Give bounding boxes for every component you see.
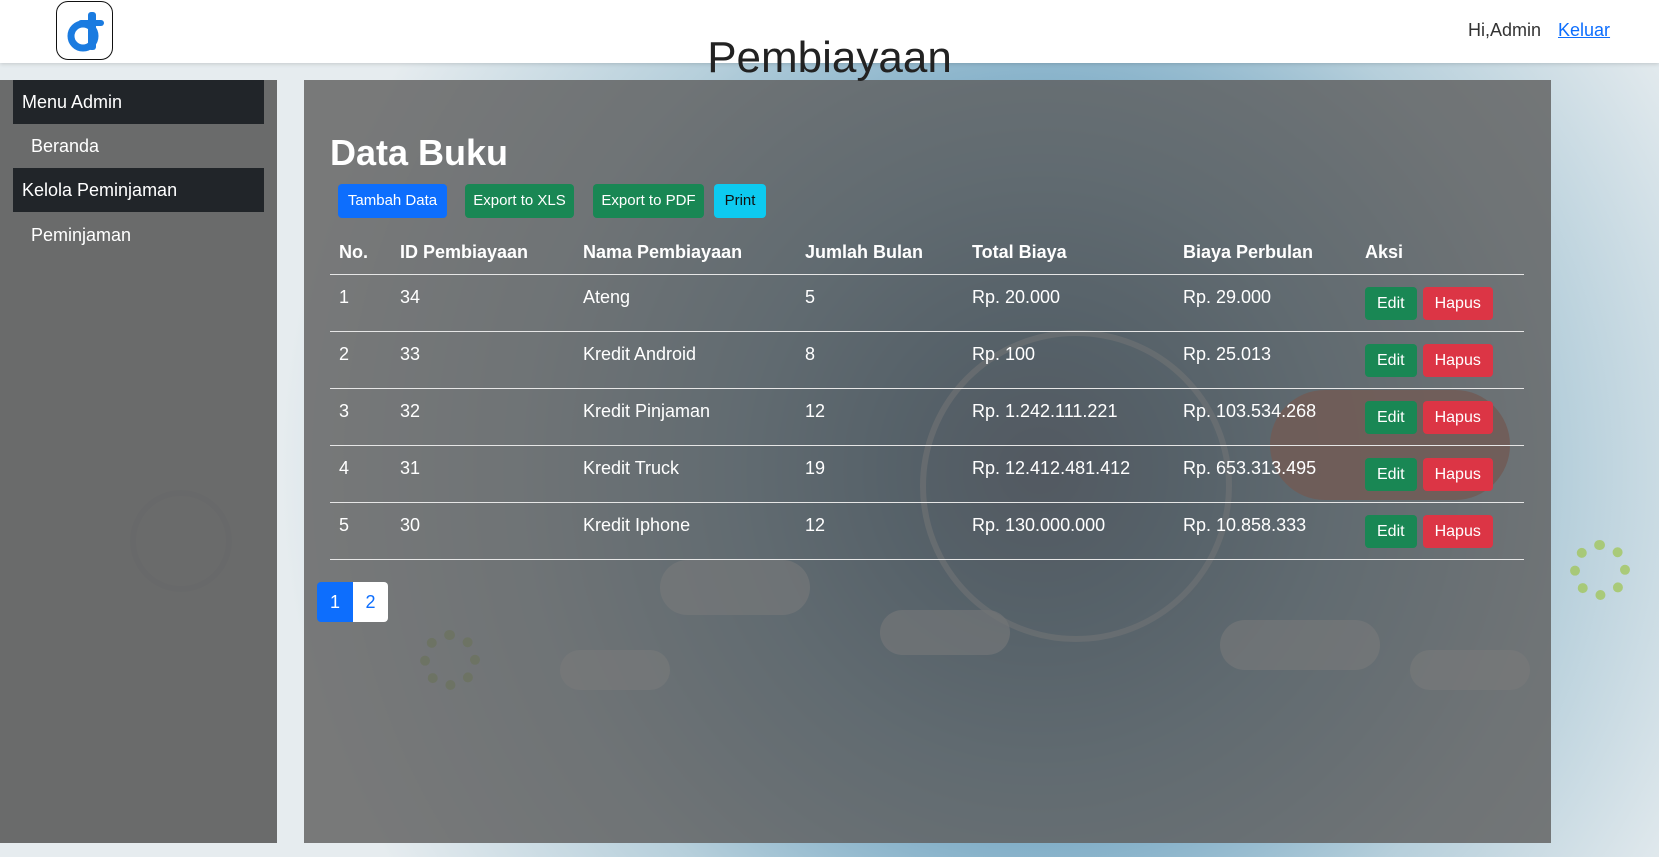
column-header-no: No. (330, 230, 391, 275)
cell-id: 34 (391, 274, 574, 332)
cell-no: 5 (330, 502, 391, 560)
table-header-row: No. ID Pembiayaan Nama Pembiayaan Jumlah… (330, 230, 1524, 275)
edit-button[interactable]: Edit (1365, 457, 1417, 491)
delete-button[interactable]: Hapus (1422, 286, 1493, 320)
cell-total: Rp. 20.000 (963, 274, 1174, 332)
table-row: 2 33 Kredit Android 8 Rp. 100 Rp. 25.013… (330, 331, 1524, 389)
export-pdf-button[interactable]: Export to PDF (593, 184, 704, 218)
cell-id: 32 (391, 388, 574, 446)
cell-no: 4 (330, 445, 391, 503)
column-header-total: Total Biaya (963, 230, 1174, 275)
cell-monthly: Rp. 103.534.268 (1174, 388, 1356, 446)
cell-monthly: Rp. 25.013 (1174, 331, 1356, 389)
main-panel: Data Buku Tambah Data Export to XLS Expo… (304, 80, 1551, 843)
cell-name: Kredit Pinjaman (574, 388, 796, 446)
cell-actions: Edit Hapus (1356, 331, 1524, 389)
section-title: Data Buku (330, 132, 509, 173)
cell-name: Kredit Truck (574, 445, 796, 503)
sidebar-section-menu-admin: Menu Admin (13, 80, 264, 124)
table-row: 4 31 Kredit Truck 19 Rp. 12.412.481.412 … (330, 445, 1524, 503)
cell-total: Rp. 12.412.481.412 (963, 445, 1174, 503)
sidebar: Menu Admin Beranda Kelola Peminjaman Pem… (0, 80, 277, 843)
page-link-2[interactable]: 2 (353, 582, 388, 622)
cell-no: 3 (330, 388, 391, 446)
sidebar-item-peminjaman[interactable]: Peminjaman (31, 225, 131, 246)
cell-months: 5 (796, 274, 963, 332)
cell-actions: Edit Hapus (1356, 445, 1524, 503)
cell-no: 1 (330, 274, 391, 332)
sidebar-section-kelola-peminjaman: Kelola Peminjaman (13, 168, 264, 212)
cell-months: 8 (796, 331, 963, 389)
export-xls-button[interactable]: Export to XLS (465, 184, 574, 218)
table-row: 5 30 Kredit Iphone 12 Rp. 130.000.000 Rp… (330, 502, 1524, 560)
column-header-monthly: Biaya Perbulan (1174, 230, 1356, 275)
print-button[interactable]: Print (714, 184, 766, 218)
delete-button[interactable]: Hapus (1422, 457, 1493, 491)
add-data-button[interactable]: Tambah Data (338, 184, 447, 218)
cell-id: 30 (391, 502, 574, 560)
cell-monthly: Rp. 10.858.333 (1174, 502, 1356, 560)
cell-actions: Edit Hapus (1356, 502, 1524, 560)
edit-button[interactable]: Edit (1365, 343, 1417, 377)
cell-name: Kredit Iphone (574, 502, 796, 560)
top-bar: Pembiayaan Hi,Admin Keluar (0, 0, 1659, 82)
cell-id: 33 (391, 331, 574, 389)
column-header-name: Nama Pembiayaan (574, 230, 796, 275)
page-title: Pembiayaan (707, 33, 952, 83)
logout-link[interactable]: Keluar (1558, 20, 1610, 41)
cell-id: 31 (391, 445, 574, 503)
delete-button[interactable]: Hapus (1422, 514, 1493, 548)
sidebar-item-beranda[interactable]: Beranda (31, 136, 99, 157)
cell-name: Kredit Android (574, 331, 796, 389)
cell-total: Rp. 100 (963, 331, 1174, 389)
table-row: 1 34 Ateng 5 Rp. 20.000 Rp. 29.000 Edit … (330, 274, 1524, 332)
cell-total: Rp. 1.242.111.221 (963, 388, 1174, 446)
cell-months: 12 (796, 388, 963, 446)
pagination: 1 2 (317, 582, 388, 622)
cell-total: Rp. 130.000.000 (963, 502, 1174, 560)
cell-monthly: Rp. 29.000 (1174, 274, 1356, 332)
edit-button[interactable]: Edit (1365, 286, 1417, 320)
table-row: 3 32 Kredit Pinjaman 12 Rp. 1.242.111.22… (330, 388, 1524, 446)
edit-button[interactable]: Edit (1365, 514, 1417, 548)
delete-button[interactable]: Hapus (1422, 400, 1493, 434)
edit-button[interactable]: Edit (1365, 400, 1417, 434)
cell-actions: Edit Hapus (1356, 274, 1524, 332)
column-header-id: ID Pembiayaan (391, 230, 574, 275)
cell-monthly: Rp. 653.313.495 (1174, 445, 1356, 503)
cell-no: 2 (330, 331, 391, 389)
cell-name: Ateng (574, 274, 796, 332)
cell-months: 19 (796, 445, 963, 503)
cell-months: 12 (796, 502, 963, 560)
column-header-months: Jumlah Bulan (796, 230, 963, 275)
financing-table: No. ID Pembiayaan Nama Pembiayaan Jumlah… (330, 230, 1524, 560)
column-header-actions: Aksi (1356, 230, 1524, 275)
user-greeting: Hi,Admin (1468, 20, 1542, 40)
delete-button[interactable]: Hapus (1422, 343, 1493, 377)
page-link-1[interactable]: 1 (317, 582, 353, 622)
cell-actions: Edit Hapus (1356, 388, 1524, 446)
